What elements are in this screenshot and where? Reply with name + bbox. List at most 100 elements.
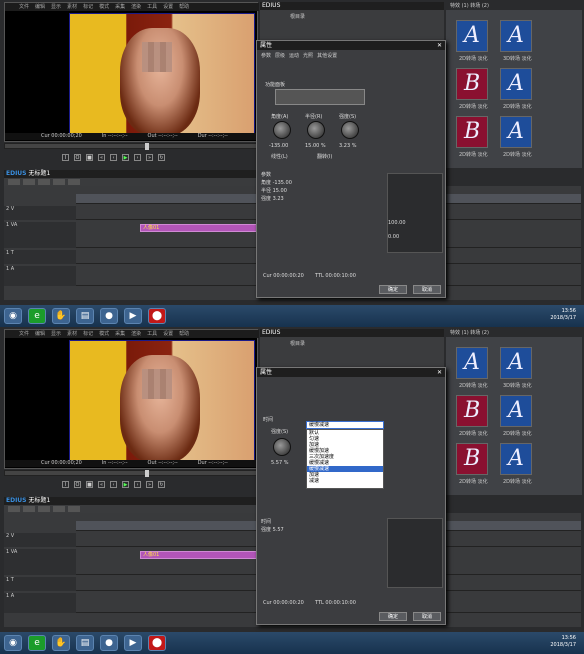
video-clip[interactable]: 人像01 (140, 224, 272, 232)
track-header[interactable]: 1 VA (4, 549, 76, 575)
toolbar-button[interactable] (8, 506, 20, 512)
effect-tile[interactable]: B 2D转场 淡化 (456, 116, 488, 158)
tab-other[interactable]: 其他设置 (317, 52, 337, 59)
menu-item[interactable]: 模式 (99, 330, 109, 338)
menu-item[interactable]: 设置 (163, 3, 173, 11)
menu-item[interactable]: 采集 (115, 3, 125, 11)
fast-forward-button[interactable]: » (146, 480, 153, 488)
set-in-button[interactable]: I (62, 153, 69, 161)
fast-forward-button[interactable]: » (146, 153, 153, 161)
rewind-button[interactable]: « (98, 480, 105, 488)
toolbar-button[interactable] (23, 179, 35, 185)
track-header[interactable]: 1 VA (4, 222, 76, 248)
effect-tile[interactable]: A 3D转场 淡化 (500, 347, 532, 389)
toolbar-button[interactable] (23, 506, 35, 512)
menu-item[interactable]: 文件 (19, 3, 29, 11)
folder-icon[interactable]: ▤ (76, 308, 94, 324)
tree-item[interactable]: 半径 15.00 (261, 187, 385, 195)
mode-dropdown[interactable]: 缓慢减速 (306, 421, 384, 429)
bin-folder[interactable]: 根目录 (260, 337, 444, 350)
next-frame-button[interactable]: › (134, 153, 141, 161)
menu-item[interactable]: 工具 (147, 3, 157, 11)
menu-item[interactable]: 模式 (99, 3, 109, 11)
tab-params[interactable]: 参数 (261, 52, 271, 59)
track-header[interactable]: 2 V (4, 206, 76, 220)
close-icon[interactable]: ✕ (437, 368, 442, 377)
cancel-button[interactable]: 取消 (413, 285, 441, 294)
track-header[interactable]: 1 T (4, 250, 76, 264)
scrub-bar[interactable] (4, 470, 258, 477)
strength-knob[interactable] (273, 438, 291, 456)
menu-item[interactable]: 显示 (51, 3, 61, 11)
record-icon[interactable]: ⬤ (148, 635, 166, 651)
prev-frame-button[interactable]: ‹ (110, 480, 117, 488)
prev-frame-button[interactable]: ‹ (110, 153, 117, 161)
toolbar-button[interactable] (53, 179, 65, 185)
menu-item[interactable]: 渲染 (131, 3, 141, 11)
folder-icon[interactable]: ▤ (76, 635, 94, 651)
radius-knob[interactable] (307, 121, 325, 139)
effect-tile[interactable]: A 2D转场 淡化 (500, 116, 532, 158)
close-icon[interactable]: ✕ (437, 41, 442, 50)
track-header[interactable]: 1 A (4, 266, 76, 286)
effect-tile[interactable]: A 3D转场 淡化 (500, 20, 532, 62)
video-clip[interactable]: 人像01 (140, 551, 272, 559)
menu-item[interactable]: 文件 (19, 330, 29, 338)
effect-tile[interactable]: A 2D转场 淡化 (500, 68, 532, 110)
stop-button[interactable]: ■ (86, 480, 93, 488)
menu-item[interactable]: 采集 (115, 330, 125, 338)
ok-button[interactable]: 确定 (379, 285, 407, 294)
start-icon[interactable]: ◉ (4, 635, 22, 651)
browser-icon[interactable]: e (28, 635, 46, 651)
scrub-bar[interactable] (4, 143, 258, 150)
effect-tile[interactable]: B 2D转场 淡化 (456, 443, 488, 485)
set-out-button[interactable]: O (74, 480, 81, 488)
toolbar-button[interactable] (38, 506, 50, 512)
tree-item[interactable]: 角度 -135.00 (261, 179, 385, 187)
effect-tile[interactable]: A 2D转场 淡化 (500, 443, 532, 485)
browser-icon[interactable]: e (28, 308, 46, 324)
preset-buttons[interactable] (275, 89, 365, 105)
set-in-button[interactable]: I (62, 480, 69, 488)
track-header[interactable]: 2 V (4, 533, 76, 547)
stop-button[interactable]: ■ (86, 153, 93, 161)
hand-icon[interactable]: ✋ (52, 308, 70, 324)
next-frame-button[interactable]: › (134, 480, 141, 488)
tree-item[interactable]: 强度 5.57 (261, 526, 385, 534)
flip-checkbox[interactable]: 翻转(I) (317, 153, 332, 160)
menu-item[interactable]: 帮助 (179, 3, 189, 11)
record-icon[interactable]: ⬤ (148, 308, 166, 324)
rewind-button[interactable]: « (98, 153, 105, 161)
edius-icon[interactable]: ▶ (124, 308, 142, 324)
loop-button[interactable]: ↻ (158, 480, 165, 488)
toolbar-button[interactable] (8, 179, 20, 185)
tab-motion[interactable]: 运动 (289, 52, 299, 59)
firefox-icon[interactable]: ● (100, 308, 118, 324)
track-header[interactable]: 1 T (4, 577, 76, 591)
tab-light[interactable]: 光照 (303, 52, 313, 59)
scrub-knob[interactable] (145, 470, 149, 477)
angle-knob[interactable] (273, 121, 291, 139)
effect-tile[interactable]: A 2D转场 淡化 (456, 347, 488, 389)
menu-item[interactable]: 帮助 (179, 330, 189, 338)
bin-folder[interactable]: 根目录 (260, 10, 444, 23)
strength-knob[interactable] (341, 121, 359, 139)
play-button[interactable]: ▶ (122, 153, 129, 161)
scrub-knob[interactable] (145, 143, 149, 150)
cancel-button[interactable]: 取消 (413, 612, 441, 621)
menu-item[interactable]: 标记 (83, 3, 93, 11)
track-header[interactable]: 1 A (4, 593, 76, 613)
tree-item[interactable]: 参数 (261, 171, 385, 179)
keyframe-graph[interactable]: 100.00 0.00 (387, 173, 443, 253)
toolbar-button[interactable] (53, 506, 65, 512)
effect-tile[interactable]: B 2D转场 淡化 (456, 68, 488, 110)
effect-tile[interactable]: B 2D转场 淡化 (456, 395, 488, 437)
toolbar-button[interactable] (38, 179, 50, 185)
tree-item[interactable]: 时间 (261, 518, 385, 526)
menu-item[interactable]: 素材 (67, 330, 77, 338)
menu-item[interactable]: 渲染 (131, 330, 141, 338)
linear-checkbox[interactable]: 线性(L) (271, 153, 288, 160)
tree-item[interactable]: 强度 3.23 (261, 195, 385, 203)
firefox-icon[interactable]: ● (100, 635, 118, 651)
edius-icon[interactable]: ▶ (124, 635, 142, 651)
